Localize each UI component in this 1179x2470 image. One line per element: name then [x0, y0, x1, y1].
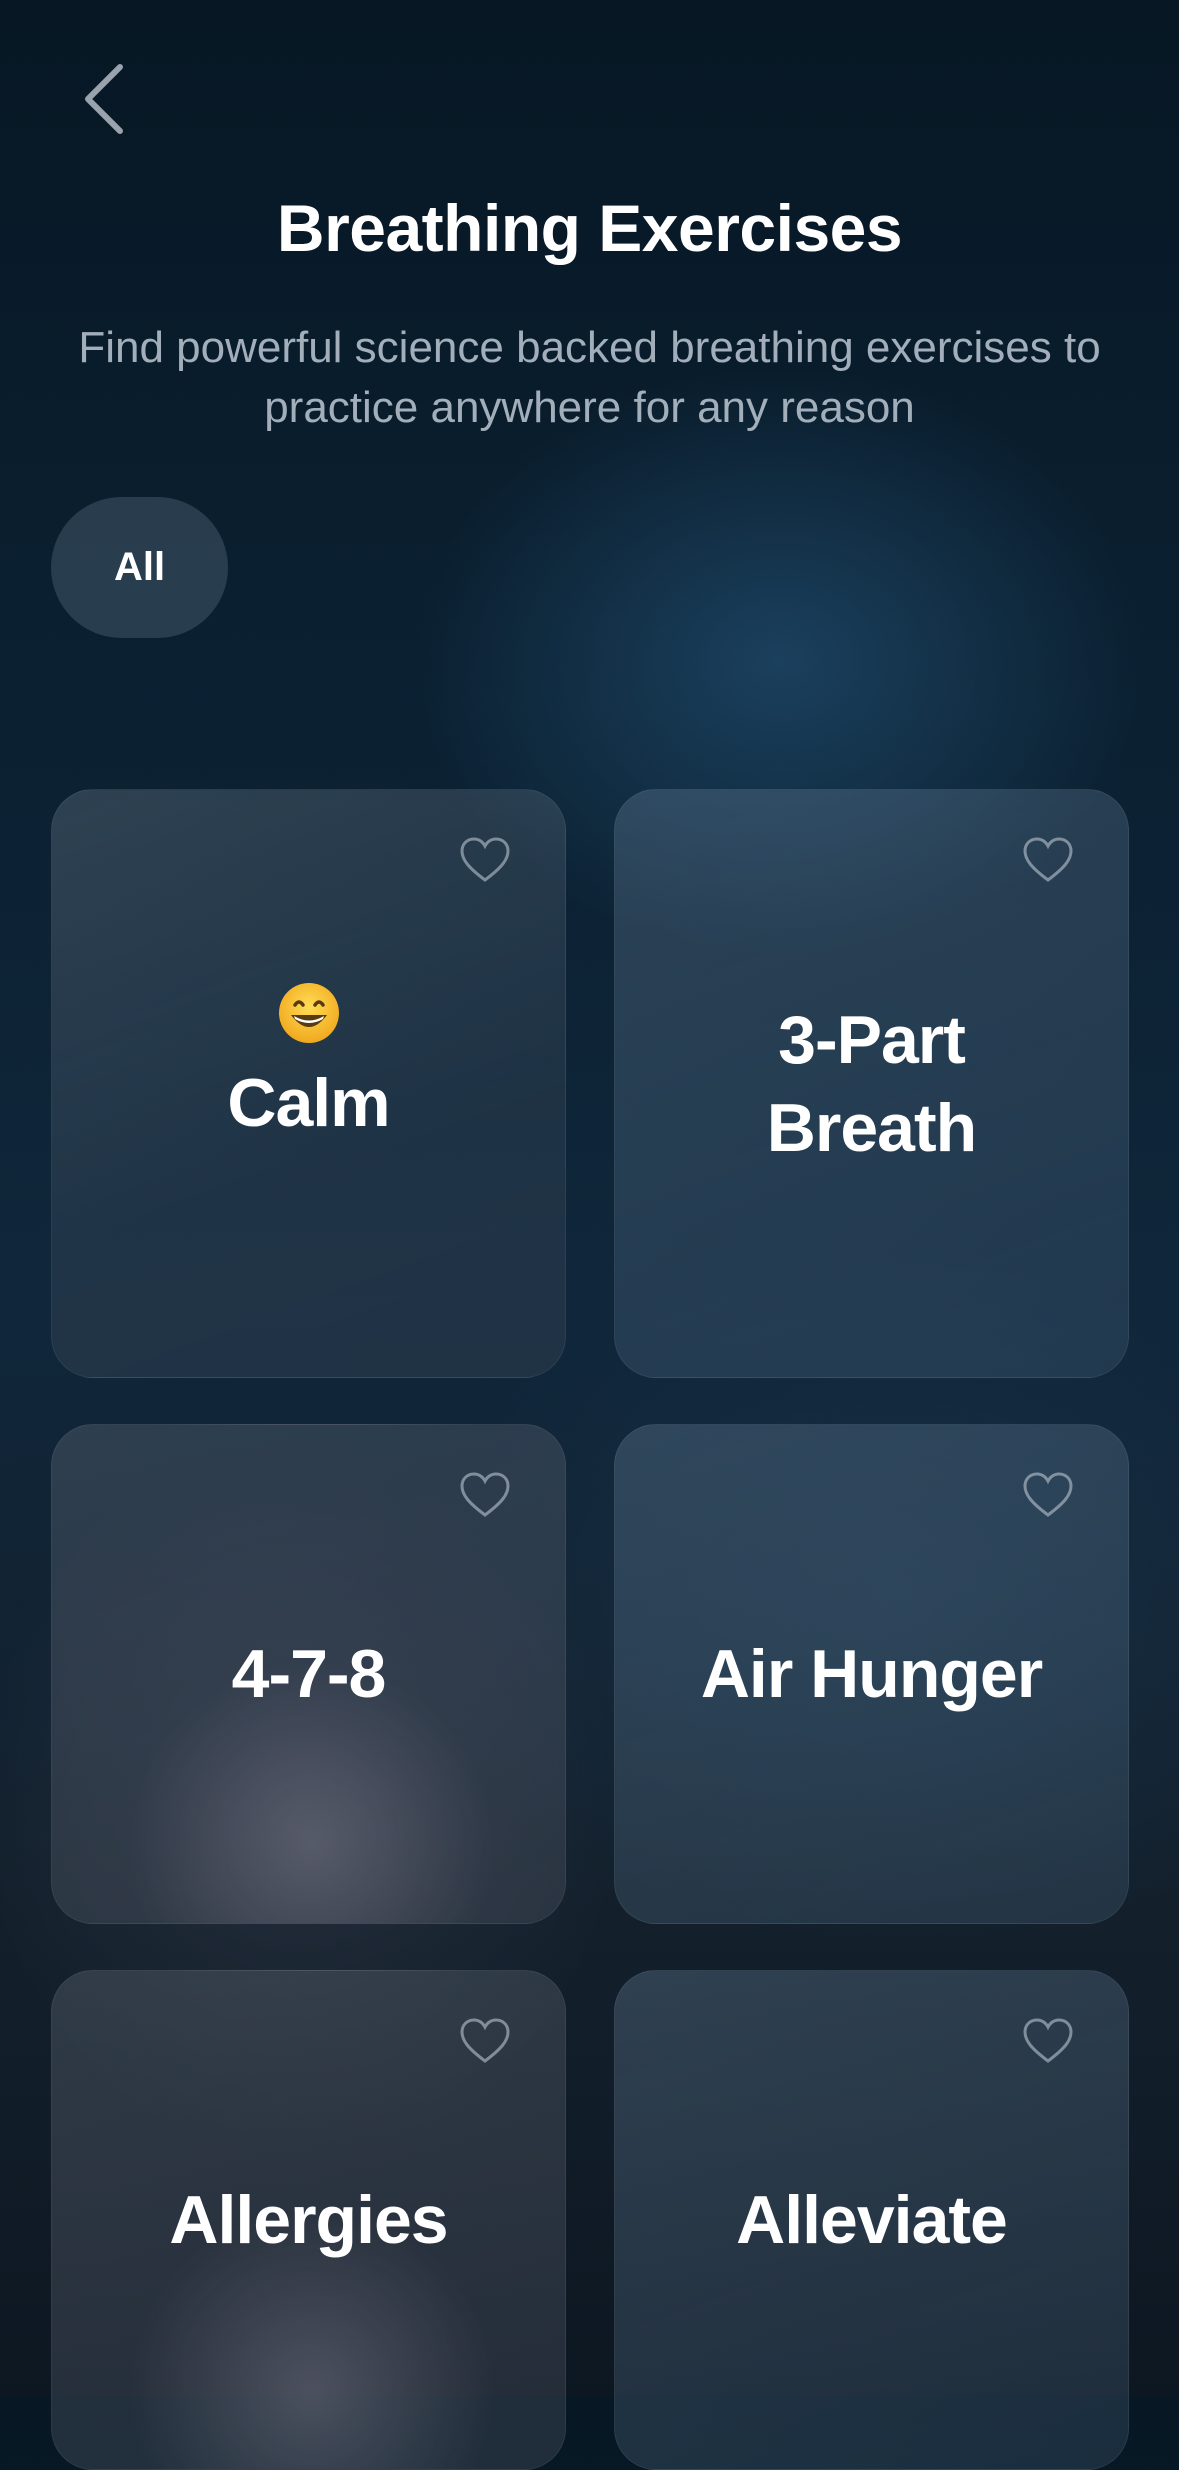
exercise-label: Air Hunger: [700, 1636, 1043, 1712]
grinning-face-icon: [278, 982, 339, 1043]
exercise-label: Alleviate: [736, 2182, 1008, 2258]
exercise-card-alleviate[interactable]: Alleviate: [614, 1970, 1129, 2470]
exercise-card-calm[interactable]: Calm: [51, 789, 566, 1378]
page-subtitle: Find powerful science backed breathing e…: [78, 323, 1101, 432]
exercise-label: Allergies: [169, 2182, 448, 2258]
exercise-label: 3-Part Breath: [766, 1001, 977, 1166]
exercise-card-3-part-breath[interactable]: 3-Part Breath: [614, 789, 1129, 1378]
exercise-card-allergies[interactable]: Allergies: [51, 1970, 566, 2470]
exercise-label: 4-7-8: [231, 1636, 387, 1712]
page-title: Breathing Exercises: [276, 191, 903, 265]
filter-chip-label: All: [113, 545, 166, 589]
exercise-grid: Calm 3-Part Breath 4-7-8 Air Hunger Alle: [51, 789, 1129, 2470]
exercise-label: Calm: [227, 1064, 390, 1141]
chevron-left-icon: [85, 64, 123, 134]
filter-chip-all[interactable]: All: [51, 497, 228, 638]
exercise-card-4-7-8[interactable]: 4-7-8: [51, 1424, 566, 1924]
back-button[interactable]: [68, 56, 138, 142]
exercise-card-air-hunger[interactable]: Air Hunger: [614, 1424, 1129, 1924]
